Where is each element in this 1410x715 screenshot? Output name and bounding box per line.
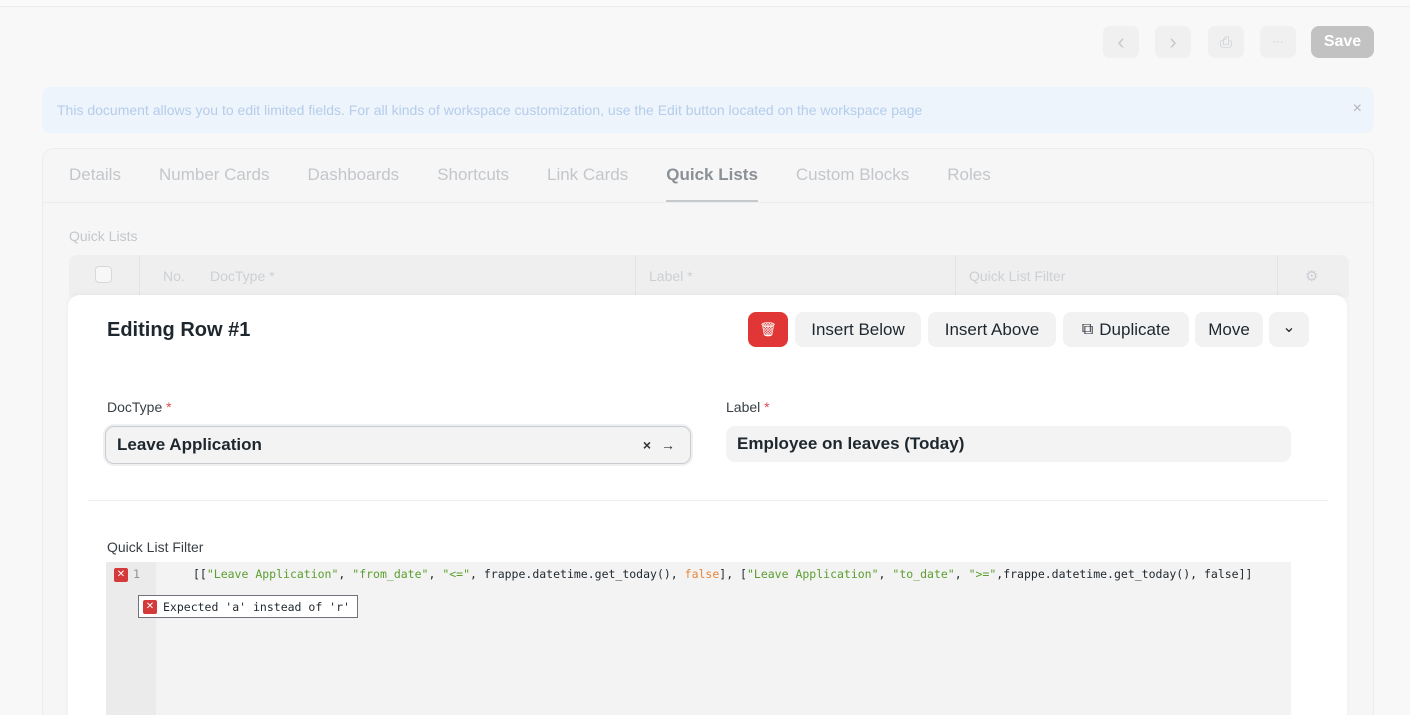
label-input[interactable]: Employee on leaves (Today) [726,426,1291,462]
insert-below-button[interactable]: Insert Below [795,312,921,347]
code-token: [[ [193,567,207,581]
required-mark: * [166,399,172,415]
tab-divider [43,202,1373,203]
error-tooltip: ✕ Expected 'a' instead of 'r' [138,595,358,618]
code-editor[interactable]: ✕ 1 [["Leave Application", "from_date", … [106,562,1291,715]
duplicate-icon: ⧉ [1081,320,1094,338]
settings-icon[interactable]: ⚙ [1305,267,1318,285]
tab-bar: Details Number Cards Dashboards Shortcut… [69,165,1029,202]
doctype-input[interactable]: Leave Application × → [105,426,691,464]
code-token: "from_date" [352,567,429,581]
section-title: Quick Lists [69,228,138,244]
code-token: , [338,567,353,581]
more-icon: ··· [1272,36,1284,48]
code-token: false [684,567,720,581]
printer-icon: ⎙ [1219,33,1232,51]
error-message: Expected 'a' instead of 'r' [163,599,350,614]
error-icon: ✕ [114,568,128,582]
code-line[interactable]: [["Leave Application", "from_date", "<="… [193,567,1252,581]
label-field-label: Label * [726,399,770,415]
close-icon[interactable]: × [1353,100,1362,118]
tab-roles[interactable]: Roles [947,165,990,202]
save-button[interactable]: Save [1311,26,1374,58]
panel-title: Editing Row #1 [107,319,251,341]
tab-custom-blocks[interactable]: Custom Blocks [796,165,909,202]
column-quick-list-filter: Quick List Filter [969,268,1066,284]
tab-link-cards[interactable]: Link Cards [547,165,628,202]
column-label: Label * [649,268,693,284]
column-no: No. [163,268,185,284]
required-mark: * [764,399,770,415]
code-token: , [878,567,893,581]
next-button[interactable]: › [1155,26,1191,58]
trash-icon: 🗑 [759,321,777,337]
code-token: "Leave Application" [206,567,339,581]
code-token: , [954,567,969,581]
column-separator [635,255,636,297]
print-button[interactable]: ⎙ [1208,26,1244,58]
more-button[interactable]: ··· [1260,26,1296,58]
column-doctype: DocType * [210,268,275,284]
delete-row-button[interactable]: 🗑 [748,312,788,347]
collapse-button[interactable]: ⌄ [1269,312,1309,347]
top-bar [0,0,1410,7]
code-token: "Leave Application" [746,567,879,581]
column-separator [955,255,956,297]
info-banner: This document allows you to edit limited… [42,87,1374,133]
doctype-value: Leave Application [117,435,262,454]
tab-dashboards[interactable]: Dashboards [308,165,400,202]
tab-details[interactable]: Details [69,165,121,202]
quick-list-filter-label: Quick List Filter [107,539,204,555]
doctype-label-text: DocType [107,399,163,415]
column-separator [139,255,140,297]
code-token: ">=" [968,567,997,581]
tab-number-cards[interactable]: Number Cards [159,165,270,202]
duplicate-label: Duplicate [1099,319,1171,339]
editor-gutter [106,562,156,715]
clear-link-icon[interactable]: × → [643,437,678,453]
code-token: , frappe.datetime.get_today(), [470,567,685,581]
chevron-right-icon: › [1169,29,1177,54]
label-label-text: Label [726,399,761,415]
grid-header: No. DocType * Label * Quick List Filter … [69,255,1349,297]
tab-quick-lists[interactable]: Quick Lists [666,165,758,202]
code-token: ,frappe.datetime.get_today(), false]] [996,567,1253,581]
code-token: ], [ [719,567,747,581]
tab-shortcuts[interactable]: Shortcuts [437,165,509,202]
move-button[interactable]: Move [1195,312,1263,347]
label-value: Employee on leaves (Today) [737,434,965,453]
chevron-down-icon: ⌄ [1282,318,1296,336]
select-all-checkbox[interactable] [95,266,112,283]
code-token: , [428,567,443,581]
line-number: 1 [133,567,140,581]
insert-above-button[interactable]: Insert Above [928,312,1056,347]
code-token: "<=" [442,567,471,581]
editing-row-panel: Editing Row #1 🗑 Insert Below Insert Abo… [68,295,1347,715]
banner-message: This document allows you to edit limited… [57,102,923,118]
error-icon: ✕ [143,599,157,614]
section-divider [88,500,1328,501]
code-token: "to_date" [892,567,955,581]
column-separator [1277,255,1278,297]
chevron-left-icon: ‹ [1117,29,1125,54]
previous-button[interactable]: ‹ [1103,26,1139,58]
doctype-label: DocType * [107,399,172,415]
duplicate-button[interactable]: ⧉ Duplicate [1063,312,1189,347]
